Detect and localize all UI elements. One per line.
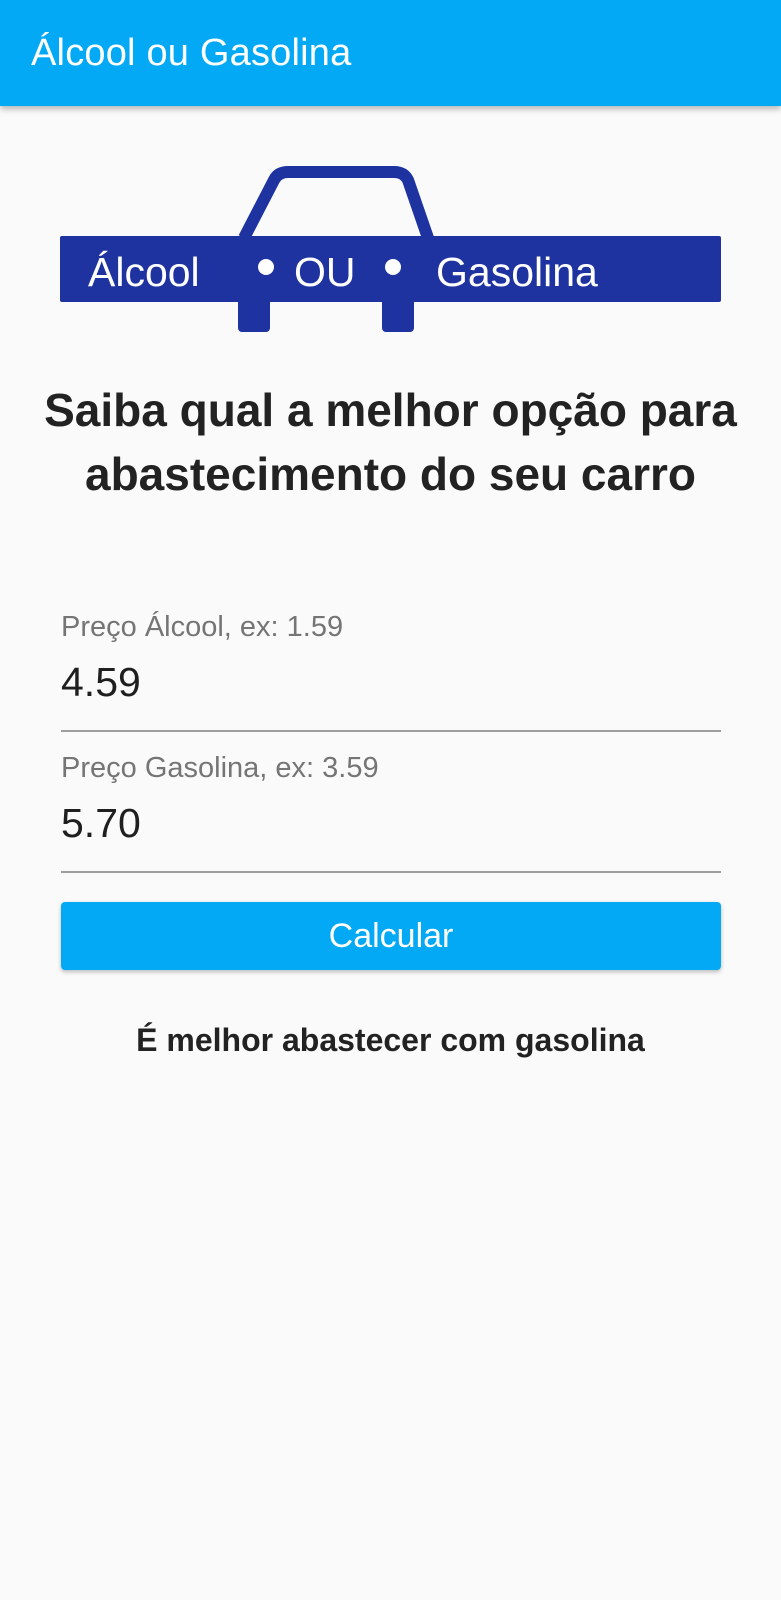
app-title: Álcool ou Gasolina: [31, 32, 352, 74]
gasolina-price-label: Preço Gasolina, ex: 3.59: [61, 752, 379, 784]
logo-text-right: Gasolina: [436, 249, 598, 295]
alcool-price-field[interactable]: Preço Álcool, ex: 1.59: [61, 609, 721, 733]
logo-text-left: Álcool: [88, 249, 200, 295]
app-bar: Álcool ou Gasolina: [0, 0, 781, 106]
alcool-price-underline: [61, 730, 721, 732]
alcool-price-label: Preço Álcool, ex: 1.59: [61, 611, 344, 643]
gasolina-price-input[interactable]: [61, 798, 721, 848]
logo-text-middle: OU: [294, 249, 356, 295]
app-logo: Álcool OU Gasolina: [60, 164, 721, 340]
alcool-price-input[interactable]: [61, 657, 721, 707]
gasolina-price-field[interactable]: Preço Gasolina, ex: 3.59: [61, 750, 721, 874]
headline: Saiba qual a melhor opção para abastecim…: [44, 384, 737, 500]
car-logo-icon: Álcool OU Gasolina: [60, 166, 721, 332]
result-text: É melhor abastecer com gasolina: [136, 1022, 645, 1058]
gasolina-price-underline: [61, 871, 721, 873]
calculate-button[interactable]: Calcular: [61, 902, 721, 970]
app-screen: Álcool ou Gasolina Álcool OU Gasolina Sa…: [0, 0, 781, 1600]
